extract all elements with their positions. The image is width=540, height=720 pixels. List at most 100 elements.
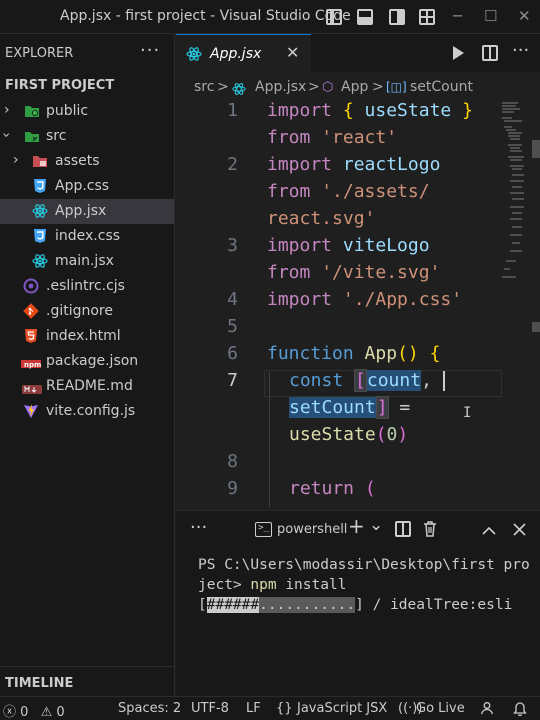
status-bar: ⓧ 0 ⚠ 0 Spaces: 2 UTF-8 LF {} JavaScript… bbox=[0, 696, 540, 720]
braces-icon: {} bbox=[276, 701, 293, 716]
code-text: useState(0) bbox=[289, 424, 409, 445]
toggle-panel-icon[interactable] bbox=[357, 9, 373, 25]
code-line: 8 bbox=[176, 451, 540, 478]
maximize-panel-icon[interactable] bbox=[482, 521, 496, 541]
terminal-dropdown-button[interactable]: ⌄ bbox=[369, 515, 383, 535]
title-bar: App.jsx - first project - Visual Studio … bbox=[0, 0, 540, 34]
tree-item-src[interactable]: › src bbox=[0, 124, 174, 149]
tree-item-gitignore[interactable]: .gitignore bbox=[0, 299, 174, 324]
minimize-button[interactable]: ─ bbox=[453, 7, 462, 25]
code-line-wrap: from '/vite.svg' bbox=[176, 262, 540, 289]
project-folder-header[interactable]: FIRST PROJECT bbox=[5, 78, 114, 93]
code-text: from 'react' bbox=[267, 127, 398, 148]
tree-item-assets[interactable]: › assets bbox=[0, 149, 174, 174]
trash-icon[interactable] bbox=[422, 520, 438, 542]
code-line: 1 import { useState } bbox=[176, 100, 540, 127]
tree-item-label: vite.config.js bbox=[46, 403, 136, 419]
breadcrumb-component[interactable]: App bbox=[341, 79, 368, 95]
toggle-primary-sidebar-icon[interactable] bbox=[326, 9, 342, 25]
terminal-line: ject> npm install bbox=[198, 577, 347, 593]
tree-item-vite-config[interactable]: vite.config.js bbox=[0, 399, 174, 424]
code-line: 9 return ( bbox=[176, 478, 540, 505]
warning-icon: ⚠ bbox=[40, 705, 53, 720]
explorer-sidebar: EXPLORER ··· FIRST PROJECT › public › sr… bbox=[0, 34, 175, 696]
split-editor-icon[interactable] bbox=[482, 45, 498, 61]
vertical-scrollbar-thumb[interactable] bbox=[532, 140, 540, 158]
tree-item-package-json[interactable]: npm package.json bbox=[0, 349, 174, 374]
language-mode-status[interactable]: JavaScript JSX bbox=[297, 701, 387, 716]
tree-item-app-jsx[interactable]: App.jsx bbox=[0, 199, 174, 224]
tree-item-main-jsx[interactable]: main.jsx bbox=[0, 249, 174, 274]
git-file-icon bbox=[23, 303, 39, 319]
code-text: setCount] = bbox=[289, 396, 411, 419]
split-terminal-icon[interactable] bbox=[395, 521, 411, 537]
code-line-active: 7 const [count, bbox=[176, 369, 540, 397]
close-panel-icon[interactable] bbox=[513, 521, 526, 541]
line-number: 6 bbox=[227, 343, 238, 364]
eol-status[interactable]: LF bbox=[246, 701, 261, 716]
progress-status: / idealTree:esli bbox=[363, 597, 513, 613]
tree-item-label: .gitignore bbox=[46, 303, 113, 319]
readme-file-icon bbox=[22, 382, 42, 394]
html-file-icon bbox=[23, 328, 39, 344]
svg-text:npm: npm bbox=[24, 361, 41, 369]
code-editor[interactable]: 1 import { useState } from 'react' 2 imp… bbox=[176, 100, 540, 510]
code-text: const [count, bbox=[289, 369, 445, 392]
account-icon[interactable] bbox=[480, 701, 494, 719]
code-line-wrap: react.svg' bbox=[176, 208, 540, 235]
explorer-more-button[interactable]: ··· bbox=[140, 40, 160, 61]
panel-more-button[interactable]: ··· bbox=[190, 517, 207, 538]
new-terminal-button[interactable]: + bbox=[348, 514, 365, 538]
go-live-button[interactable]: Go Live bbox=[416, 701, 465, 716]
breadcrumb-symbol[interactable]: setCount bbox=[410, 79, 473, 95]
tree-item-index-html[interactable]: index.html bbox=[0, 324, 174, 349]
line-number: 9 bbox=[227, 478, 238, 499]
terminal-icon: >_ bbox=[255, 522, 272, 537]
timeline-section-header[interactable]: TIMELINE bbox=[5, 676, 73, 691]
npm-file-icon: npm bbox=[21, 357, 41, 369]
notifications-bell-icon[interactable] bbox=[513, 701, 527, 720]
tab-label: App.jsx bbox=[210, 46, 262, 62]
tree-item-public[interactable]: › public bbox=[0, 99, 174, 124]
progress-fill: ###### bbox=[206, 597, 260, 613]
tree-item-index-css[interactable]: index.css bbox=[0, 224, 174, 249]
code-line: 4 import './App.css' bbox=[176, 289, 540, 316]
breadcrumb-folder[interactable]: src bbox=[194, 79, 214, 95]
tab-app-jsx[interactable]: App.jsx ✕ bbox=[176, 34, 311, 72]
symbol-method-icon: ⬡ bbox=[322, 80, 334, 95]
code-line-wrap: from 'react' bbox=[176, 127, 540, 154]
tree-item-readme[interactable]: README.md bbox=[0, 374, 174, 399]
tree-item-label: src bbox=[46, 128, 67, 144]
editor-tab-bar: App.jsx ✕ ··· bbox=[176, 34, 540, 72]
close-window-button[interactable]: ✕ bbox=[518, 7, 531, 25]
terminal-shell-label[interactable]: powershell bbox=[277, 522, 347, 537]
minimap[interactable] bbox=[500, 100, 524, 290]
customize-layout-icon[interactable] bbox=[419, 9, 435, 25]
code-text: from '/vite.svg' bbox=[267, 262, 441, 283]
mouse-ibeam-cursor: I bbox=[463, 405, 472, 421]
code-text: from './assets/ bbox=[267, 181, 430, 202]
tree-item-app-css[interactable]: App.css bbox=[0, 174, 174, 199]
toggle-secondary-sidebar-icon[interactable] bbox=[389, 9, 405, 25]
css-file-icon bbox=[32, 178, 48, 194]
explorer-header: EXPLORER bbox=[5, 46, 74, 61]
close-tab-button[interactable]: ✕ bbox=[286, 43, 299, 62]
npm-progress-bar: [######...........] / idealTree:esli bbox=[198, 597, 513, 613]
window-title: App.jsx - first project - Visual Studio … bbox=[60, 8, 351, 24]
tree-item-eslintrc[interactable]: .eslintrc.cjs bbox=[0, 274, 174, 299]
maximize-button[interactable]: ☐ bbox=[484, 7, 497, 25]
run-icon[interactable] bbox=[453, 46, 464, 60]
indentation-status[interactable]: Spaces: 2 bbox=[118, 701, 181, 716]
editor-more-button[interactable]: ··· bbox=[512, 40, 529, 61]
code-line-wrap: from './assets/ bbox=[176, 181, 540, 208]
tree-item-label: App.jsx bbox=[55, 203, 107, 219]
progress-remaining: ........... bbox=[259, 597, 356, 613]
line-number: 1 bbox=[227, 100, 238, 121]
encoding-status[interactable]: UTF-8 bbox=[191, 701, 229, 716]
problems-indicator[interactable]: ⓧ 0 ⚠ 0 bbox=[3, 701, 65, 720]
breadcrumb: src > App.jsx > ⬡ App > [◫] setCount bbox=[176, 72, 540, 102]
code-text: function App() { bbox=[267, 343, 441, 364]
breadcrumb-file[interactable]: App.jsx bbox=[255, 79, 306, 95]
code-text: import { useState } bbox=[267, 100, 473, 121]
tree-item-label: assets bbox=[55, 153, 100, 169]
